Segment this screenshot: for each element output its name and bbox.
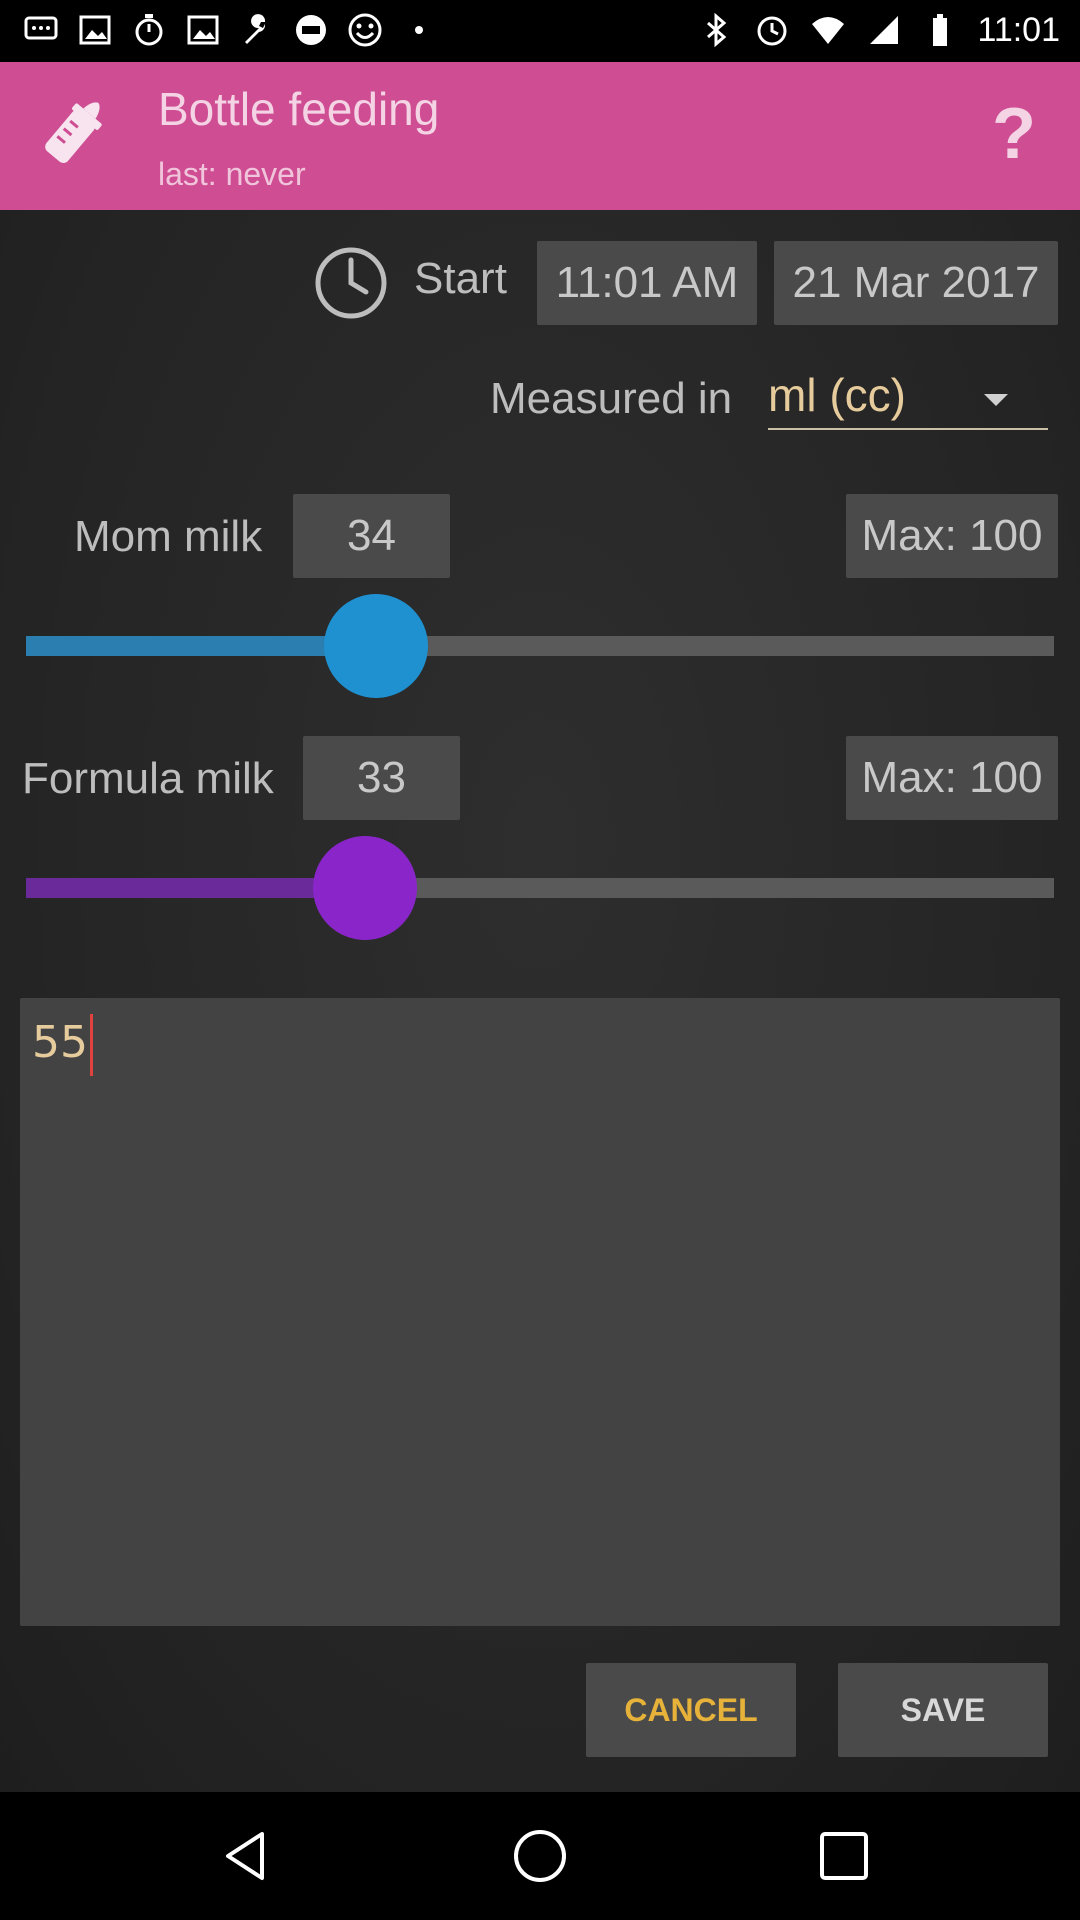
message-icon	[22, 10, 60, 50]
recent-apps-icon[interactable]	[814, 1826, 874, 1886]
help-button[interactable]: ?	[984, 92, 1044, 176]
last-feeding-text: last: never	[158, 156, 306, 192]
start-time-picker[interactable]: 11:01 AM	[537, 241, 757, 325]
status-bar: 11:01	[0, 0, 1080, 62]
battery-icon	[921, 10, 959, 50]
formula-milk-label: Formula milk	[22, 754, 274, 803]
unit-selected-value: ml (cc)	[768, 369, 906, 421]
wrench-icon	[238, 10, 276, 50]
dropdown-caret-icon	[984, 394, 1008, 406]
mom-milk-max-button[interactable]: Max: 100	[846, 494, 1058, 578]
signal-icon	[865, 10, 903, 50]
formula-milk-slider[interactable]	[26, 836, 1054, 940]
clock-icon	[314, 246, 388, 320]
image-icon	[184, 10, 222, 50]
bottle-icon[interactable]	[34, 92, 114, 172]
smiley-icon	[346, 10, 384, 50]
formula-milk-value-field[interactable]: 33	[303, 736, 460, 820]
system-icons: 11:01	[697, 10, 1060, 50]
notes-textarea[interactable]: 55	[20, 998, 1060, 1626]
measured-in-label: Measured in	[490, 374, 733, 423]
dots-icon	[400, 10, 438, 50]
save-button[interactable]: SAVE	[838, 1663, 1048, 1757]
wifi-icon	[809, 10, 847, 50]
fox-sports-icon	[292, 10, 330, 50]
alarm-icon	[753, 10, 791, 50]
page-title: Bottle feeding	[158, 83, 440, 135]
cancel-button[interactable]: CANCEL	[586, 1663, 796, 1757]
feeding-form: Start 11:01 AM 21 Mar 2017 Measured in m…	[0, 210, 1080, 1792]
status-time: 11:01	[977, 10, 1060, 49]
start-label: Start	[414, 254, 507, 303]
slider-thumb[interactable]	[323, 594, 428, 698]
formula-milk-max-button[interactable]: Max: 100	[846, 736, 1058, 820]
image-icon	[76, 10, 114, 50]
start-date-picker[interactable]: 21 Mar 2017	[774, 241, 1058, 325]
mom-milk-label: Mom milk	[74, 512, 263, 561]
mom-milk-value-field[interactable]: 34	[293, 494, 450, 578]
home-icon[interactable]	[510, 1826, 570, 1886]
mom-milk-slider[interactable]	[26, 594, 1054, 698]
navigation-bar	[0, 1792, 1080, 1920]
stopwatch-icon	[130, 10, 168, 50]
notes-text-wrapper: 55	[32, 1014, 93, 1076]
notes-text: 55	[32, 1017, 88, 1068]
text-cursor	[90, 1014, 93, 1076]
slider-thumb[interactable]	[313, 836, 418, 940]
back-icon[interactable]	[216, 1826, 276, 1886]
unit-dropdown[interactable]: ml (cc)	[768, 368, 1048, 430]
app-header: Bottle feeding last: never ?	[0, 62, 1080, 210]
notification-icons	[22, 10, 438, 50]
bluetooth-icon	[697, 10, 735, 50]
